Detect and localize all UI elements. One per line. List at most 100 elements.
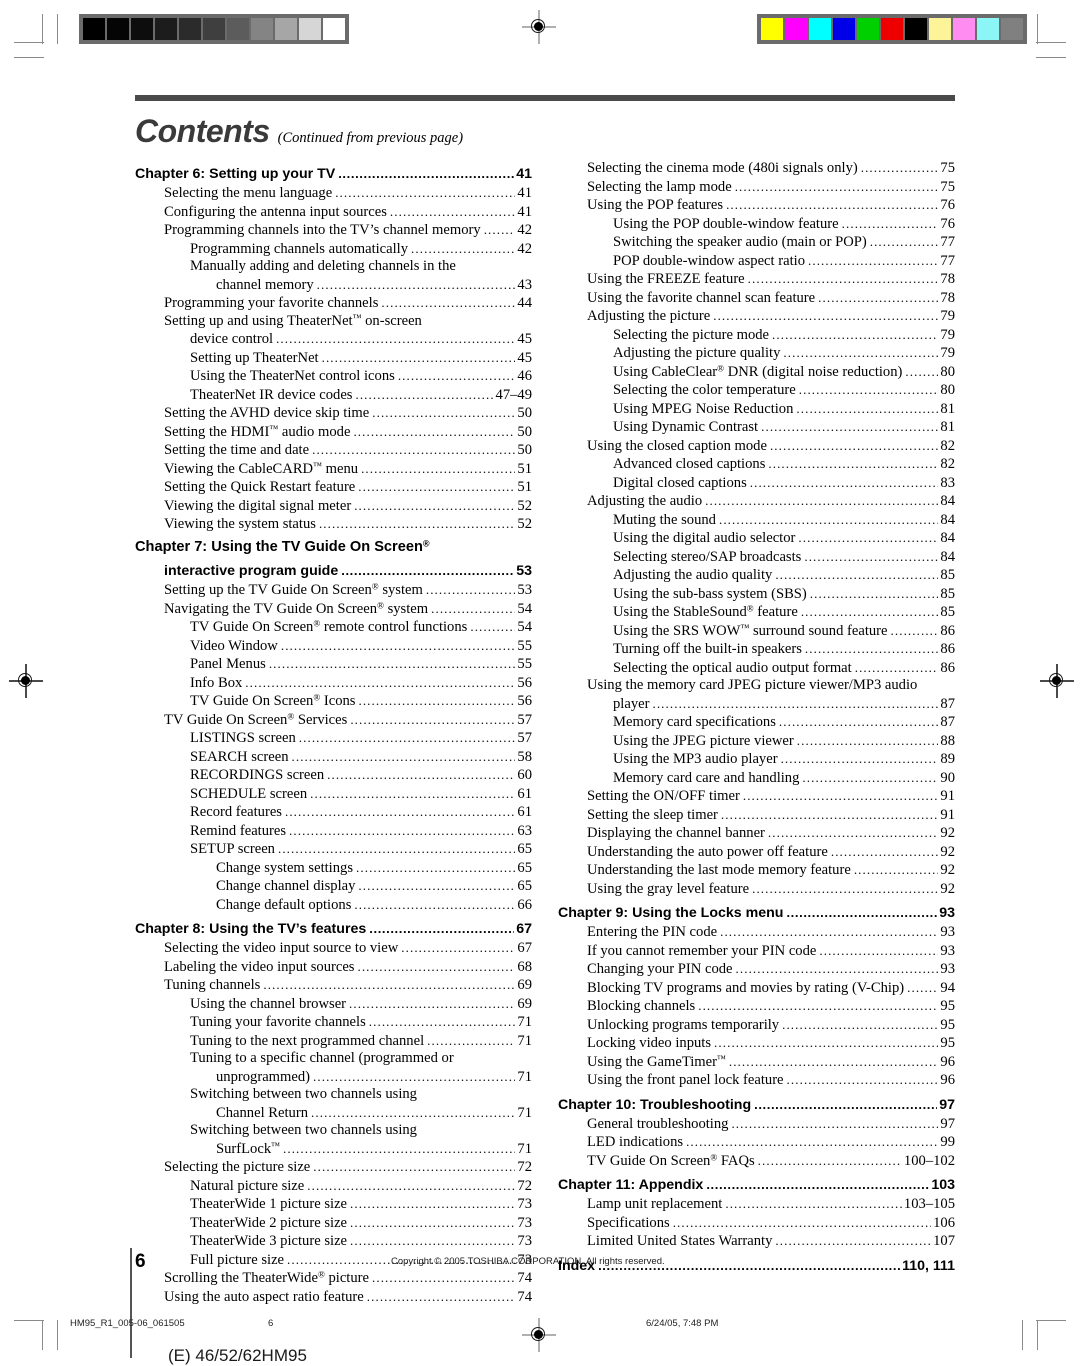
toc-entry-row[interactable]: Using the channel browser...............… <box>135 995 532 1014</box>
toc-entry-row[interactable]: Memory card care and handling...........… <box>558 769 955 788</box>
toc-entry-row[interactable]: Using the sub-bass system (SBS).........… <box>558 585 955 604</box>
toc-entry-row[interactable]: Viewing the CableCARD™ menu.............… <box>135 460 532 479</box>
toc-entry-row[interactable]: If you cannot remember your PIN code....… <box>558 942 955 961</box>
toc-entry-row[interactable]: Tuning your favorite channels...........… <box>135 1013 532 1032</box>
toc-entry-row[interactable]: Using the SRS WOW™ surround sound featur… <box>558 622 955 641</box>
toc-entry-row[interactable]: Labeling the video input sources........… <box>135 958 532 977</box>
toc-entry-row[interactable]: TV Guide On Screen® FAQs................… <box>558 1152 955 1171</box>
toc-entry-row[interactable]: Selecting the video input source to view… <box>135 939 532 958</box>
toc-entry-row[interactable]: Setting the sleep timer.................… <box>558 806 955 825</box>
toc-entry-row[interactable]: Changing your PIN code..................… <box>558 960 955 979</box>
toc-entry-row[interactable]: channel memory..........................… <box>135 276 532 295</box>
toc-entry-row[interactable]: Limited United States Warranty..........… <box>558 1232 955 1251</box>
toc-entry-row[interactable]: Using the POP features..................… <box>558 196 955 215</box>
toc-entry-row[interactable]: unprogrammed)...........................… <box>135 1068 532 1087</box>
toc-entry-row[interactable]: Lamp unit replacement...................… <box>558 1195 955 1214</box>
toc-entry-row[interactable]: Specifications..........................… <box>558 1214 955 1233</box>
toc-entry-row[interactable]: Setting the HDMI™ audio mode............… <box>135 423 532 442</box>
toc-entry-row[interactable]: Blocking TV programs and movies by ratin… <box>558 979 955 998</box>
toc-entry-row[interactable]: Setting the Quick Restart feature.......… <box>135 478 532 497</box>
toc-entry-row[interactable]: Using the gray level feature............… <box>558 880 955 899</box>
toc-entry-continuation[interactable]: Tuning to a specific channel (programmed… <box>135 1050 532 1068</box>
toc-entry-row[interactable]: Unlocking programs temporarily..........… <box>558 1016 955 1035</box>
toc-entry-row[interactable]: Selecting the picture size..............… <box>135 1158 532 1177</box>
toc-entry-row[interactable]: Digital closed captions.................… <box>558 474 955 493</box>
toc-entry-row[interactable]: Using the JPEG picture viewer...........… <box>558 732 955 751</box>
toc-entry-row[interactable]: Panel Menus.............................… <box>135 655 532 674</box>
toc-entry-row[interactable]: Selecting the picture mode..............… <box>558 326 955 345</box>
toc-entry-row[interactable]: Remind features.........................… <box>135 822 532 841</box>
toc-entry-row[interactable]: Understanding the auto power off feature… <box>558 843 955 862</box>
toc-entry-continuation[interactable]: Switching between two channels using <box>135 1122 532 1140</box>
toc-entry-row[interactable]: Programming your favorite channels......… <box>135 294 532 313</box>
toc-entry-row[interactable]: Using the closed caption mode...........… <box>558 437 955 456</box>
toc-entry-continuation[interactable]: Using the memory card JPEG picture viewe… <box>558 677 955 695</box>
toc-entry-row[interactable]: Entering the PIN code...................… <box>558 923 955 942</box>
toc-entry-row[interactable]: Advanced closed captions................… <box>558 455 955 474</box>
toc-entry-continuation[interactable]: Chapter 7: Using the TV Guide On Screen® <box>135 538 532 557</box>
toc-entry-row[interactable]: Programming channels automatically......… <box>135 240 532 259</box>
toc-entry-row[interactable]: SETUP screen............................… <box>135 840 532 859</box>
toc-entry-row[interactable]: Setting the AVHD device skip time.......… <box>135 404 532 423</box>
toc-chapter-row[interactable]: Chapter 6: Setting up your TV...........… <box>135 164 532 184</box>
toc-entry-row[interactable]: Viewing the system status...............… <box>135 515 532 534</box>
toc-entry-row[interactable]: RECORDINGS screen.......................… <box>135 766 532 785</box>
toc-entry-continuation[interactable]: Manually adding and deleting channels in… <box>135 258 532 276</box>
toc-entry-row[interactable]: Selecting the cinema mode (480i signals … <box>558 159 955 178</box>
toc-entry-row[interactable]: Setting up the TV Guide On Screen® syste… <box>135 581 532 600</box>
toc-entry-row[interactable]: Selecting the lamp mode.................… <box>558 178 955 197</box>
toc-entry-row[interactable]: Setting the time and date...............… <box>135 441 532 460</box>
toc-entry-row[interactable]: General troubleshooting.................… <box>558 1115 955 1134</box>
toc-entry-row[interactable]: Using the POP double-window feature.....… <box>558 215 955 234</box>
toc-entry-row[interactable]: Using the front panel lock feature......… <box>558 1071 955 1090</box>
toc-entry-row[interactable]: Record features.........................… <box>135 803 532 822</box>
toc-entry-row[interactable]: Using CableClear® DNR (digital noise red… <box>558 363 955 382</box>
toc-entry-row[interactable]: Memory card specifications..............… <box>558 713 955 732</box>
toc-entry-row[interactable]: Blocking channels.......................… <box>558 997 955 1016</box>
toc-entry-row[interactable]: Selecting the color temperature.........… <box>558 381 955 400</box>
toc-entry-row[interactable]: Switching the speaker audio (main or POP… <box>558 233 955 252</box>
toc-entry-row[interactable]: Using the GameTimer™....................… <box>558 1053 955 1072</box>
toc-entry-row[interactable]: SCHEDULE screen.........................… <box>135 785 532 804</box>
toc-entry-row[interactable]: Turning off the built-in speakers.......… <box>558 640 955 659</box>
toc-entry-row[interactable]: TV Guide On Screen® Services............… <box>135 711 532 730</box>
toc-entry-row[interactable]: Adjusting the audio quality.............… <box>558 566 955 585</box>
toc-entry-row[interactable]: Displaying the channel banner...........… <box>558 824 955 843</box>
toc-entry-row[interactable]: TheaterWide 3 picture size..............… <box>135 1232 532 1251</box>
toc-entry-row[interactable]: Using the auto aspect ratio feature.....… <box>135 1288 532 1307</box>
toc-entry-row[interactable]: Adjusting the picture quality...........… <box>558 344 955 363</box>
toc-entry-row[interactable]: Selecting the optical audio output forma… <box>558 659 955 678</box>
toc-entry-row[interactable]: Using the MP3 audio player..............… <box>558 750 955 769</box>
toc-entry-row[interactable]: Video Window............................… <box>135 637 532 656</box>
toc-entry-row[interactable]: player..................................… <box>558 695 955 714</box>
toc-entry-row[interactable]: Using the FREEZE feature................… <box>558 270 955 289</box>
toc-entry-row[interactable]: Muting the sound........................… <box>558 511 955 530</box>
toc-entry-row[interactable]: LISTINGS screen.........................… <box>135 729 532 748</box>
toc-entry-continuation[interactable]: Setting up and using TheaterNet™ on-scre… <box>135 312 532 331</box>
toc-entry-row[interactable]: Using MPEG Noise Reduction..............… <box>558 400 955 419</box>
toc-chapter-row[interactable]: Chapter 9: Using the Locks menu.........… <box>558 903 955 923</box>
toc-entry-row[interactable]: Using the digital audio selector........… <box>558 529 955 548</box>
toc-entry-row[interactable]: Viewing the digital signal meter........… <box>135 497 532 516</box>
toc-entry-row[interactable]: Using the StableSound® feature..........… <box>558 603 955 622</box>
toc-entry-row[interactable]: Adjusting the audio.....................… <box>558 492 955 511</box>
toc-chapter-row[interactable]: Chapter 8: Using the TV’s features......… <box>135 919 532 939</box>
toc-entry-row[interactable]: Using Dynamic Contrast..................… <box>558 418 955 437</box>
toc-entry-row[interactable]: Change channel display..................… <box>135 877 532 896</box>
toc-chapter-row[interactable]: Chapter 10: Troubleshooting.............… <box>558 1095 955 1115</box>
toc-entry-row[interactable]: Using the TheaterNet control icons......… <box>135 367 532 386</box>
toc-entry-row[interactable]: Change default options..................… <box>135 896 532 915</box>
toc-entry-row[interactable]: Selecting the menu language.............… <box>135 184 532 203</box>
toc-entry-continuation[interactable]: Switching between two channels using <box>135 1086 532 1104</box>
toc-entry-row[interactable]: TheaterWide 1 picture size..............… <box>135 1195 532 1214</box>
toc-entry-row[interactable]: device control..........................… <box>135 330 532 349</box>
toc-entry-row[interactable]: Change system settings..................… <box>135 859 532 878</box>
toc-entry-row[interactable]: Tuning channels.........................… <box>135 976 532 995</box>
toc-entry-row[interactable]: Setting the ON/OFF timer................… <box>558 787 955 806</box>
toc-entry-row[interactable]: TheaterNet IR device codes..............… <box>135 386 532 405</box>
toc-entry-row[interactable]: Using the favorite channel scan feature.… <box>558 289 955 308</box>
toc-entry-row[interactable]: Programming channels into the TV’s chann… <box>135 221 532 240</box>
toc-entry-row[interactable]: Natural picture size....................… <box>135 1177 532 1196</box>
toc-entry-row[interactable]: Setting up TheaterNet...................… <box>135 349 532 368</box>
toc-entry-row[interactable]: Selecting stereo/SAP broadcasts.........… <box>558 548 955 567</box>
